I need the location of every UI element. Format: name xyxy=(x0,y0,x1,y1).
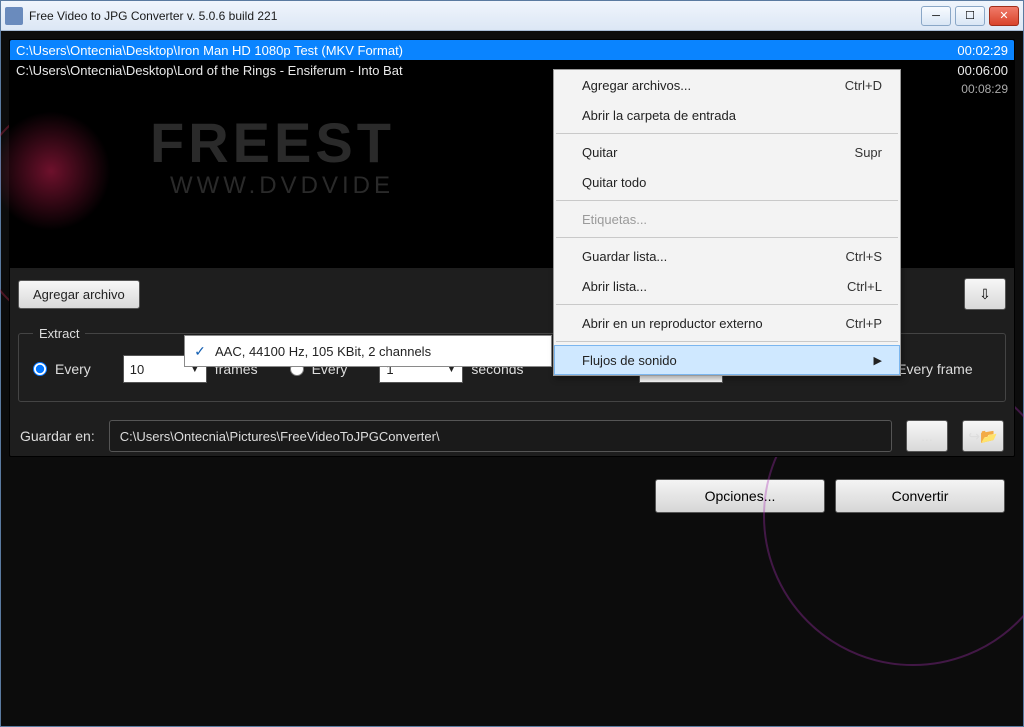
save-path-field[interactable]: C:\Users\Ontecnia\Pictures\FreeVideoToJP… xyxy=(109,420,892,452)
open-folder-button[interactable]: ↪📂 xyxy=(962,420,1004,452)
context-menu[interactable]: Agregar archivos...Ctrl+D Abrir la carpe… xyxy=(553,69,901,376)
save-row: Guardar en: C:\Users\Ontecnia\Pictures\F… xyxy=(10,408,1014,456)
file-duration: 00:06:00 xyxy=(928,63,1008,78)
menu-open-list[interactable]: Abrir lista...Ctrl+L xyxy=(554,271,900,301)
watermark-url: WWW.DVDVIDE xyxy=(170,172,394,200)
add-files-button[interactable]: Agregar archivo xyxy=(18,280,140,309)
list-item[interactable]: C:\Users\Ontecnia\Desktop\Iron Man HD 10… xyxy=(10,40,1014,60)
menu-open-external[interactable]: Abrir en un reproductor externoCtrl+P xyxy=(554,308,900,338)
file-path: C:\Users\Ontecnia\Desktop\Iron Man HD 10… xyxy=(16,43,928,58)
browse-button[interactable]: ... xyxy=(906,420,948,452)
menu-remove-all[interactable]: Quitar todo xyxy=(554,167,900,197)
submenu-arrow-icon: ▶ xyxy=(874,354,882,367)
open-folder-icon: ↪📂 xyxy=(968,428,997,445)
menu-add-files[interactable]: Agregar archivos...Ctrl+D xyxy=(554,70,900,100)
save-label: Guardar en: xyxy=(20,428,95,444)
window-title: Free Video to JPG Converter v. 5.0.6 bui… xyxy=(29,9,921,23)
move-down-button[interactable]: ⇩ xyxy=(964,278,1006,310)
app-window: Free Video to JPG Converter v. 5.0.6 bui… xyxy=(0,0,1024,727)
options-button[interactable]: Opciones... xyxy=(655,479,825,513)
close-button[interactable]: ✕ xyxy=(989,6,1019,26)
menu-open-input-folder[interactable]: Abrir la carpeta de entrada xyxy=(554,100,900,130)
extract-option-frames[interactable]: Every xyxy=(33,361,91,377)
extract-legend: Extract xyxy=(33,326,85,341)
titlebar[interactable]: Free Video to JPG Converter v. 5.0.6 bui… xyxy=(1,1,1023,31)
arrow-down-icon: ⇩ xyxy=(979,286,991,303)
sound-stream-popup[interactable]: ✓ AAC, 44100 Hz, 105 KBit, 2 channels xyxy=(184,335,552,367)
watermark-text: FREEST xyxy=(150,110,395,175)
radio-every-frames[interactable] xyxy=(33,362,47,376)
menu-sound-streams[interactable]: Flujos de sonido▶ xyxy=(554,345,900,375)
footer: Opciones... Convertir xyxy=(9,465,1015,519)
app-icon xyxy=(5,7,23,25)
menu-remove[interactable]: QuitarSupr xyxy=(554,137,900,167)
convert-button[interactable]: Convertir xyxy=(835,479,1005,513)
menu-tags: Etiquetas... xyxy=(554,204,900,234)
maximize-button[interactable]: ☐ xyxy=(955,6,985,26)
file-duration: 00:02:29 xyxy=(928,43,1008,58)
minimize-button[interactable]: ─ xyxy=(921,6,951,26)
check-icon: ✓ xyxy=(185,343,215,360)
sound-option-label[interactable]: AAC, 44100 Hz, 105 KBit, 2 channels xyxy=(215,344,551,359)
menu-save-list[interactable]: Guardar lista...Ctrl+S xyxy=(554,241,900,271)
app-body: FREEST WWW.DVDVIDE C:\Users\Ontecnia\Des… xyxy=(1,31,1023,726)
